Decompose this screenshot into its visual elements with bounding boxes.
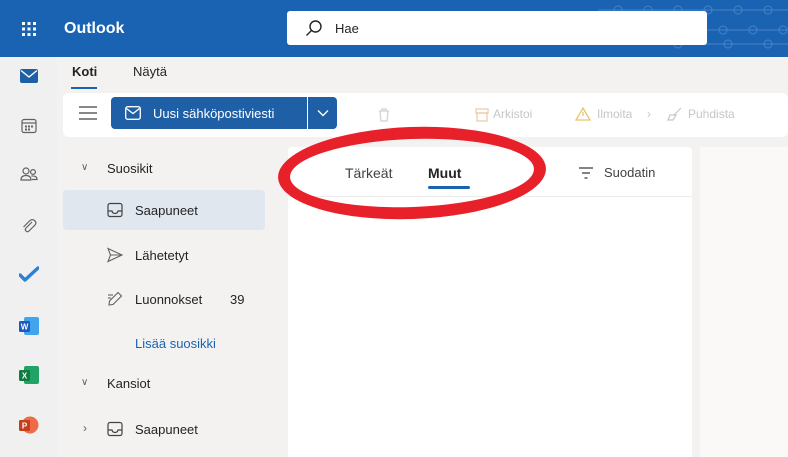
- delete-icon[interactable]: [377, 108, 391, 122]
- powerpoint-app-button[interactable]: P: [0, 410, 57, 440]
- sweep-icon[interactable]: [667, 107, 683, 121]
- excel-app-button[interactable]: X: [0, 360, 57, 390]
- tab-home[interactable]: Koti: [72, 64, 97, 79]
- archive-icon[interactable]: [475, 108, 489, 122]
- folder-item-label: Saapuneet: [135, 422, 198, 437]
- tab-selected-indicator: [71, 87, 97, 89]
- svg-text:P: P: [21, 422, 27, 431]
- folder-pane: ∨ Suosikit Saapuneet Lähetetyt Luonnokse…: [63, 142, 270, 457]
- chevron-down-icon: [317, 110, 329, 117]
- favorite-item-label: Luonnokset: [135, 292, 203, 307]
- report-label[interactable]: Ilmoita: [597, 107, 632, 121]
- add-favorite-link[interactable]: Lisää suosikki: [135, 336, 216, 351]
- mail-icon: [19, 69, 38, 83]
- attach-icon: [22, 219, 36, 233]
- chevron-right-icon[interactable]: ›: [83, 421, 87, 435]
- chevron-down-icon: ∨: [81, 162, 89, 173]
- favorite-item-label: Saapuneet: [135, 203, 198, 218]
- calendar-app-button[interactable]: [0, 111, 57, 141]
- files-app-button[interactable]: [0, 211, 57, 241]
- excel-icon: X: [18, 366, 39, 384]
- app-rail: W X P: [0, 57, 57, 457]
- tab-view[interactable]: Näytä: [133, 64, 167, 79]
- new-mail-label: Uusi sähköpostiviesti: [153, 106, 275, 121]
- people-icon: [19, 167, 38, 181]
- search-icon: [306, 20, 322, 36]
- todo-app-button[interactable]: [0, 259, 57, 289]
- archive-label[interactable]: Arkistoi: [493, 107, 532, 121]
- app-launcher-button[interactable]: [0, 0, 57, 57]
- report-dropdown-icon[interactable]: ›: [647, 107, 651, 121]
- chevron-down-icon: ∨: [81, 377, 89, 388]
- sweep-label[interactable]: Puhdista: [688, 107, 735, 121]
- new-mail-button[interactable]: Uusi sähköpostiviesti: [111, 97, 307, 129]
- svg-text:W: W: [20, 323, 28, 332]
- send-icon: [107, 247, 123, 263]
- folders-label: Kansiot: [107, 376, 151, 391]
- waffle-icon: [21, 21, 36, 36]
- mail-app-button[interactable]: [0, 61, 57, 91]
- powerpoint-icon: P: [18, 416, 38, 434]
- search-box[interactable]: Hae: [287, 11, 707, 45]
- inbox-icon: [107, 202, 123, 218]
- favorites-label: Suosikit: [107, 161, 153, 176]
- favorite-item-inbox[interactable]: Saapuneet: [63, 190, 265, 230]
- envelope-icon: [125, 106, 141, 120]
- todo-icon: [18, 266, 39, 282]
- app-title[interactable]: Outlook: [64, 20, 124, 38]
- folders-header[interactable]: ∨ Kansiot: [63, 367, 270, 399]
- warning-icon[interactable]: [575, 107, 591, 121]
- inbox-icon: [107, 421, 123, 437]
- word-app-button[interactable]: W: [0, 311, 57, 341]
- unread-count: 39: [230, 292, 245, 307]
- favorite-item-sent[interactable]: Lähetetyt: [63, 235, 265, 275]
- folder-item-inbox[interactable]: › Saapuneet: [63, 409, 265, 449]
- filter-icon: [579, 167, 593, 179]
- reading-pane: [700, 147, 788, 457]
- favorites-header[interactable]: ∨ Suosikit: [63, 152, 270, 184]
- favorite-item-label: Lähetetyt: [135, 248, 189, 263]
- ribbon-tabs: Koti Näytä: [57, 57, 788, 90]
- drafts-icon: [108, 291, 123, 306]
- filter-button[interactable]: Suodatin: [604, 165, 655, 180]
- new-mail-dropdown[interactable]: [308, 97, 337, 129]
- people-app-button[interactable]: [0, 159, 57, 189]
- hamburger-icon[interactable]: [79, 106, 97, 120]
- top-bar: Outlook Hae: [0, 0, 788, 57]
- favorite-item-drafts[interactable]: Luonnokset 39: [63, 279, 265, 319]
- calendar-icon: [20, 118, 37, 134]
- svg-text:X: X: [21, 372, 27, 381]
- word-icon: W: [18, 317, 39, 335]
- search-input[interactable]: Hae: [335, 21, 359, 36]
